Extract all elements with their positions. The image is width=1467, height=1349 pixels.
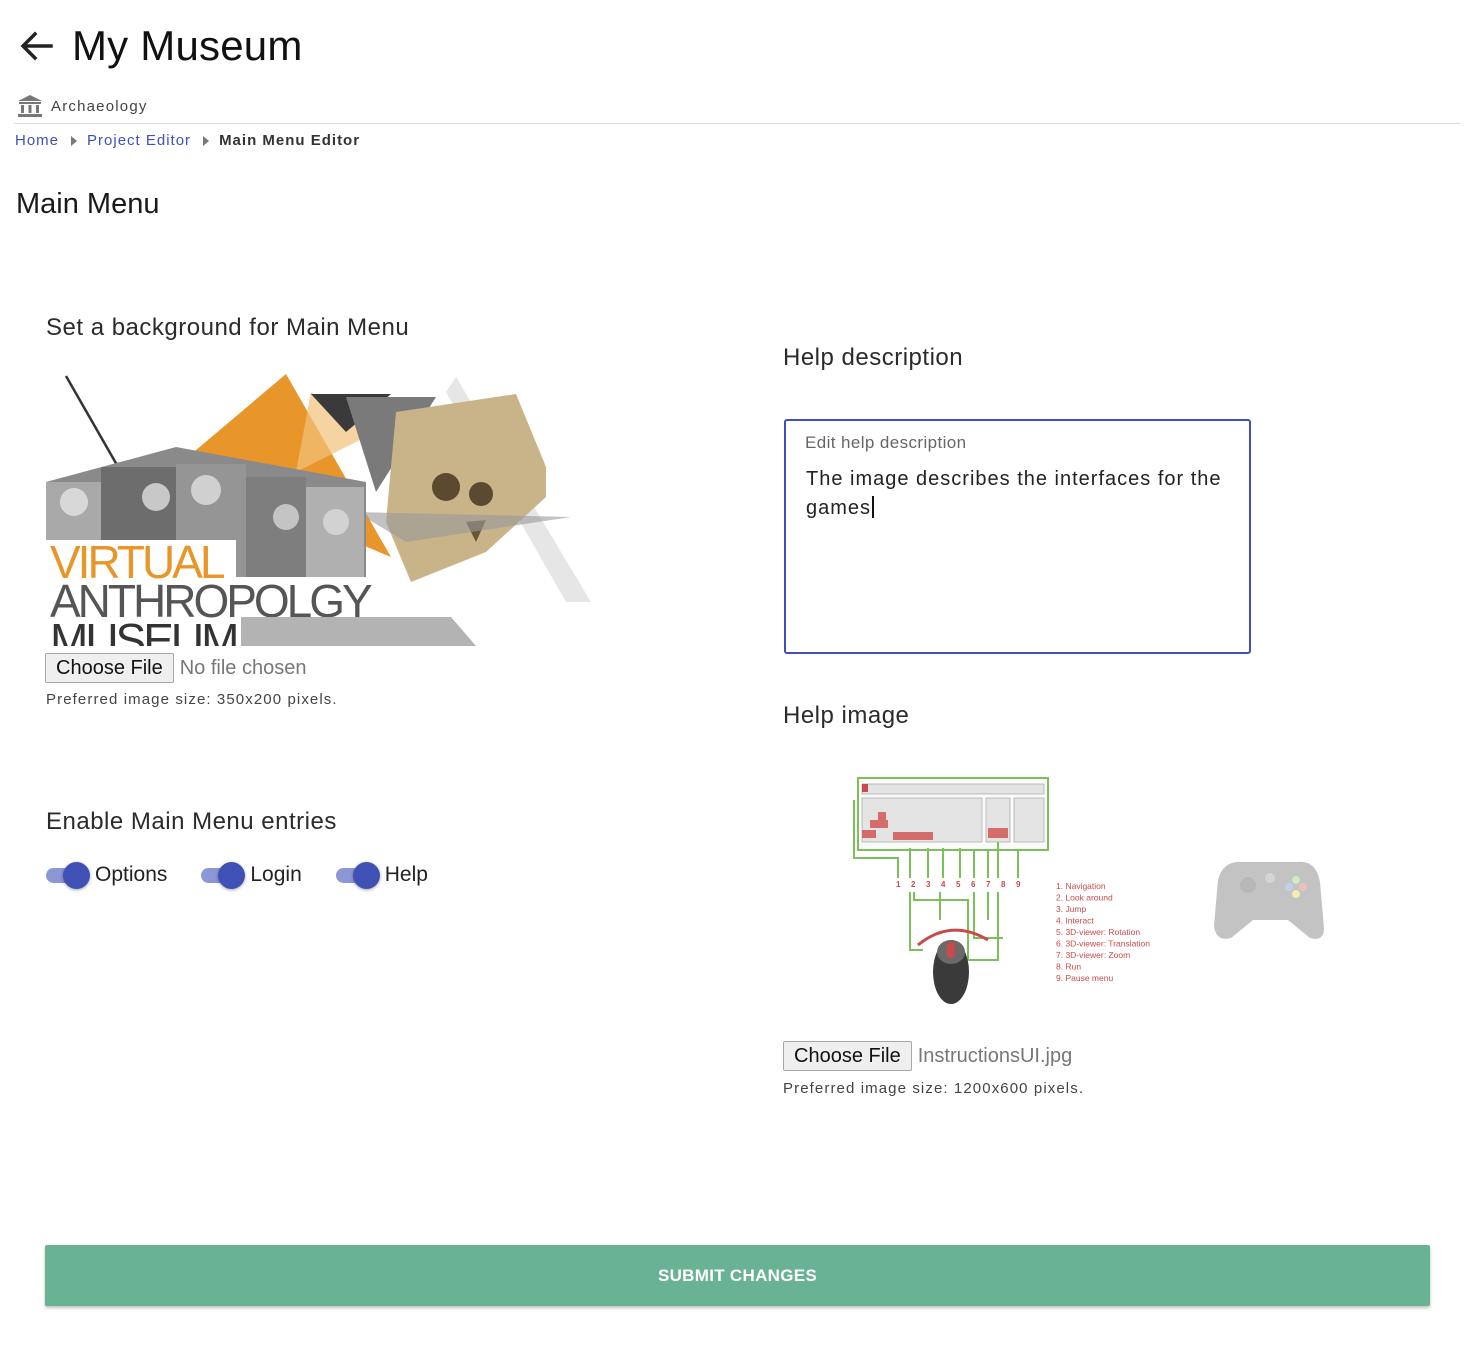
gamepad-icon xyxy=(1214,861,1324,939)
key-number: 6 xyxy=(971,880,976,889)
toggle-help[interactable]: Help xyxy=(335,861,428,889)
header-divider xyxy=(14,123,1460,124)
toggle-options[interactable]: Options xyxy=(46,861,167,889)
legend-item: 2. Look around xyxy=(1056,893,1113,903)
key-number: 5 xyxy=(956,880,961,889)
legend-item: 7. 3D-viewer: Zoom xyxy=(1056,950,1130,960)
legend-item: 3. Jump xyxy=(1056,904,1087,914)
submit-changes-button[interactable]: SUBMIT CHANGES xyxy=(45,1245,1430,1306)
key-number: 2 xyxy=(911,880,916,889)
help-description-value: The image describes the interfaces for t… xyxy=(806,468,1222,519)
help-description-heading: Help description xyxy=(783,344,964,371)
page-title: Main Menu xyxy=(16,188,160,220)
legend-item: 4. Interact xyxy=(1056,916,1094,926)
key-number: 4 xyxy=(941,880,946,889)
entries-heading: Enable Main Menu entries xyxy=(46,808,337,835)
museum-category: Archaeology xyxy=(17,93,148,119)
help-instructions-image: 1 2 3 4 5 6 7 8 9 1. Navigation 2. Look … xyxy=(853,777,1324,1004)
background-file-status: No file chosen xyxy=(179,656,307,679)
background-size-hint: Preferred image size: 350x200 pixels. xyxy=(46,691,338,708)
help-switch[interactable] xyxy=(335,861,380,889)
legend-item: 6. 3D-viewer: Translation xyxy=(1056,939,1150,949)
options-switch[interactable] xyxy=(46,861,90,889)
help-image-size-hint: Preferred image size: 1200x600 pixels. xyxy=(783,1080,1085,1097)
chevron-right-icon xyxy=(203,135,210,146)
help-description-field[interactable]: Edit help description The image describe… xyxy=(784,419,1251,654)
menu-entry-toggles: Options Login Help xyxy=(46,861,462,889)
legend-item: 1. Navigation xyxy=(1056,881,1106,891)
key-number: 1 xyxy=(896,880,901,889)
breadcrumb-current: Main Menu Editor xyxy=(219,132,361,149)
toggle-options-label: Options xyxy=(95,863,168,886)
background-heading: Set a background for Main Menu xyxy=(46,314,410,341)
app-title: My Museum xyxy=(72,22,303,69)
login-switch[interactable] xyxy=(201,861,246,889)
breadcrumb: Home Project Editor Main Menu Editor xyxy=(15,132,360,149)
key-number: 3 xyxy=(926,880,931,889)
help-image-heading: Help image xyxy=(783,702,910,729)
legend-item: 8. Run xyxy=(1056,962,1081,972)
legend-item: 5. 3D-viewer: Rotation xyxy=(1056,927,1140,937)
toggle-login-label: Login xyxy=(250,863,302,886)
choose-background-file-button[interactable]: Choose File xyxy=(45,653,174,683)
help-image-file-input[interactable]: Choose File InstructionsUI.jpg xyxy=(783,1041,1072,1071)
breadcrumb-home[interactable]: Home xyxy=(15,132,59,149)
text-caret xyxy=(872,496,875,518)
toggle-login[interactable]: Login xyxy=(201,861,302,889)
background-preview-image: VIRTUAL ANTHROPOLGY MUSEUM xyxy=(46,374,591,646)
image-text-museum: MUSEUM xyxy=(50,614,236,646)
category-label: Archaeology xyxy=(51,97,148,115)
breadcrumb-project-editor[interactable]: Project Editor xyxy=(87,132,191,149)
app-header: My Museum xyxy=(18,22,303,70)
key-number: 9 xyxy=(1016,880,1021,889)
key-number: 8 xyxy=(1001,880,1006,889)
help-description-label: Edit help description xyxy=(805,433,967,452)
chevron-right-icon xyxy=(71,135,78,146)
help-image-file-status: InstructionsUI.jpg xyxy=(917,1044,1073,1067)
toggle-help-label: Help xyxy=(384,863,428,886)
legend-item: 9. Pause menu xyxy=(1056,973,1113,983)
help-description-textarea[interactable]: The image describes the interfaces for t… xyxy=(806,465,1231,523)
key-number: 7 xyxy=(986,880,991,889)
back-arrow-icon[interactable] xyxy=(18,24,58,68)
background-file-input[interactable]: Choose File No file chosen xyxy=(45,653,306,683)
choose-help-image-button[interactable]: Choose File xyxy=(783,1041,912,1071)
museum-icon xyxy=(18,95,42,117)
